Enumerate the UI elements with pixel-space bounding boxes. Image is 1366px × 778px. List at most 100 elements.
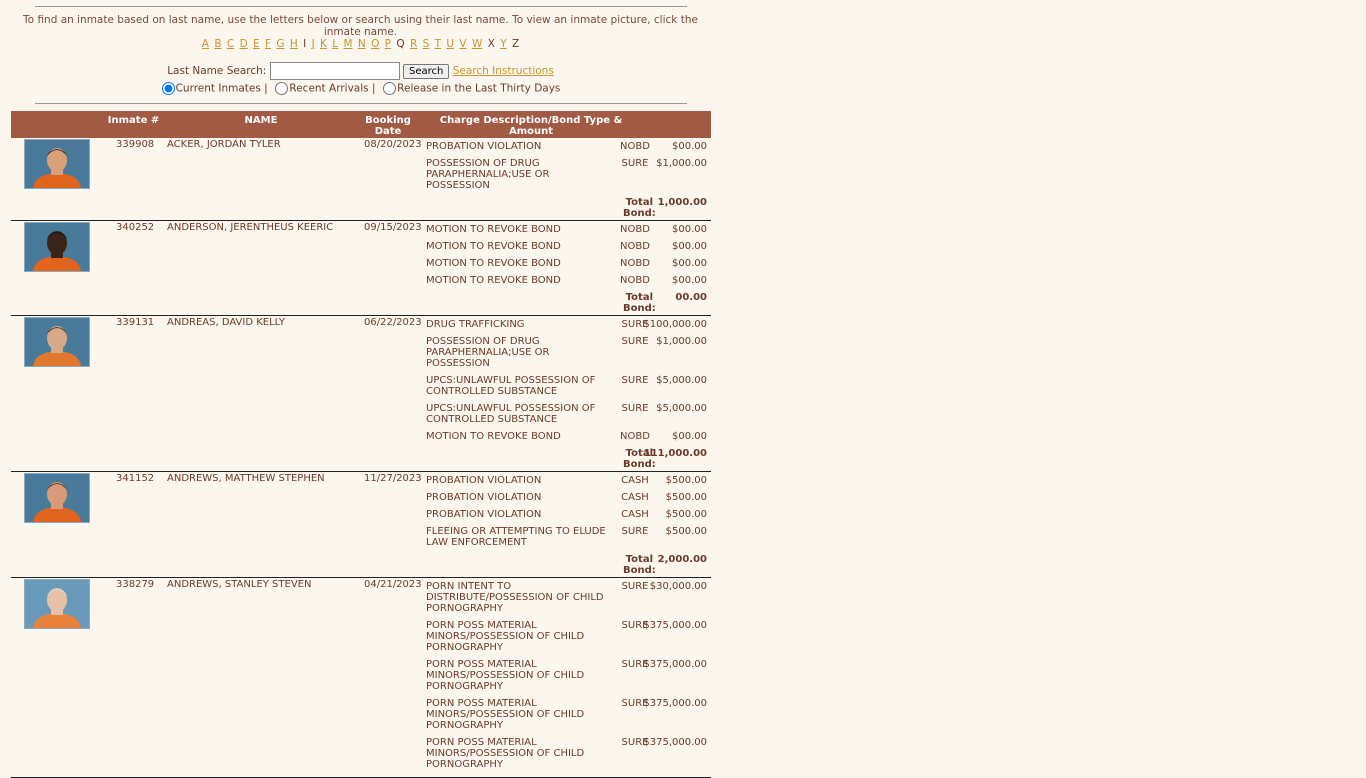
letter-v-link[interactable]: V bbox=[459, 38, 466, 50]
inmate-photo[interactable] bbox=[24, 139, 90, 189]
letter-k-link[interactable]: K bbox=[320, 38, 327, 50]
letter-j-link[interactable]: J bbox=[312, 38, 315, 50]
total-bond-value: 00.00 bbox=[675, 292, 707, 303]
charge-description: PORN POSS MATERIAL MINORS/POSSESSION OF … bbox=[426, 737, 585, 770]
inmate-photo[interactable] bbox=[24, 317, 90, 367]
total-bond-value: 111,000.00 bbox=[643, 448, 707, 459]
letter-l-link[interactable]: L bbox=[332, 38, 338, 50]
letter-o-link[interactable]: O bbox=[371, 38, 379, 50]
letter-u-link[interactable]: U bbox=[446, 38, 454, 50]
inmate-number: 339131 bbox=[116, 317, 155, 328]
bond-amount: $00.00 bbox=[672, 241, 707, 252]
inmate-name[interactable]: ANDREAS, DAVID KELLY bbox=[167, 317, 285, 328]
bond-type: CASH bbox=[621, 492, 649, 503]
letter-w-link[interactable]: W bbox=[472, 38, 482, 50]
charge-item: PROBATION VIOLATION CASH $500.00 bbox=[426, 475, 711, 486]
letter-c-link[interactable]: C bbox=[227, 38, 234, 50]
charge-description: UPCS:UNLAWFUL POSSESSION OF CONTROLLED S… bbox=[426, 375, 596, 397]
bond-amount: $375,000.00 bbox=[643, 737, 707, 748]
inmate-name[interactable]: ANDREWS, STANLEY STEVEN bbox=[167, 579, 311, 590]
letter-s-link[interactable]: S bbox=[423, 38, 430, 50]
letter-y-link[interactable]: Y bbox=[500, 38, 506, 50]
letter-e-link[interactable]: E bbox=[253, 38, 260, 50]
inmate-number: 338279 bbox=[116, 579, 155, 590]
letter-g-link[interactable]: G bbox=[276, 38, 284, 50]
inmate-name[interactable]: ANDERSON, JERENTHEUS KEERIC bbox=[167, 222, 333, 233]
inmate-name[interactable]: ACKER, JORDAN TYLER bbox=[167, 139, 281, 150]
inmate-photo[interactable] bbox=[24, 473, 90, 523]
current-inmates-radio[interactable] bbox=[161, 82, 175, 95]
booking-date: 08/20/2023 bbox=[364, 139, 422, 150]
total-bond: Total Bond: 1,000.00 bbox=[426, 197, 711, 219]
inmate-photo[interactable] bbox=[24, 222, 90, 272]
inmate-name[interactable]: ANDREWS, MATTHEW STEPHEN bbox=[167, 473, 325, 484]
total-bond: Total Bond: 00.00 bbox=[426, 292, 711, 314]
letter-t-link[interactable]: T bbox=[435, 38, 441, 50]
col-booking-date: Booking Date bbox=[365, 115, 411, 137]
search-row: Last Name Search: Search Search Instruct… bbox=[10, 62, 711, 80]
booking-date: 09/15/2023 bbox=[364, 222, 422, 233]
booking-date: 06/22/2023 bbox=[364, 317, 422, 328]
bond-amount: $500.00 bbox=[665, 526, 707, 537]
recent-arrivals-radio[interactable] bbox=[275, 82, 289, 95]
total-bond-label: Total Bond: bbox=[623, 292, 656, 314]
bond-type: SURE bbox=[621, 336, 649, 347]
letter-f-link[interactable]: F bbox=[265, 38, 271, 50]
letter-r-link[interactable]: R bbox=[410, 38, 417, 50]
bond-amount: $100,000.00 bbox=[643, 319, 707, 330]
bond-type: SURE bbox=[621, 158, 649, 169]
inmate-row: 339908 ACKER, JORDAN TYLER 08/20/2023 PROBA… bbox=[11, 138, 711, 221]
letter-n-link[interactable]: N bbox=[358, 38, 366, 50]
top-divider bbox=[35, 6, 687, 7]
last-name-search-input[interactable] bbox=[269, 62, 400, 80]
charge-description: PORN POSS MATERIAL MINORS/POSSESSION OF … bbox=[426, 659, 585, 692]
charge-item: MOTION TO REVOKE BOND NOBD $00.00 bbox=[426, 275, 711, 286]
bond-type: CASH bbox=[621, 509, 649, 520]
total-bond-label: Total Bond: bbox=[623, 197, 656, 219]
letter-a-link[interactable]: A bbox=[202, 38, 209, 50]
mugshot-image bbox=[25, 580, 89, 628]
charge-item: PROBATION VIOLATION NOBD $00.00 bbox=[426, 141, 711, 152]
search-button[interactable]: Search bbox=[403, 63, 450, 79]
search-instructions-link[interactable]: Search Instructions bbox=[453, 65, 554, 77]
letter-i: I bbox=[303, 38, 307, 50]
charge-description: PORN POSS MATERIAL MINORS/POSSESSION OF … bbox=[426, 620, 585, 653]
total-bond: Total Bond: 111,000.00 bbox=[426, 448, 711, 470]
letter-b-link[interactable]: B bbox=[214, 38, 221, 50]
charge-item: PORN POSS MATERIAL MINORS/POSSESSION OF … bbox=[426, 659, 711, 692]
letter-q: Q bbox=[396, 38, 405, 50]
current-inmates-label: Current Inmates | bbox=[175, 82, 268, 95]
search-label: Last Name Search: bbox=[167, 65, 267, 77]
letter-h-link[interactable]: H bbox=[290, 38, 298, 50]
letter-d-link[interactable]: D bbox=[240, 38, 248, 50]
bond-type: SURE bbox=[621, 581, 649, 592]
total-bond-value: 2,000.00 bbox=[657, 554, 707, 565]
mugshot-image bbox=[25, 318, 89, 366]
letter-m-link[interactable]: M bbox=[343, 38, 352, 50]
bond-amount: $00.00 bbox=[672, 224, 707, 235]
booking-date: 04/21/2023 bbox=[364, 579, 422, 590]
inmate-photo[interactable] bbox=[24, 579, 90, 629]
recent-arrivals-label: Recent Arrivals | bbox=[289, 82, 376, 95]
bond-type: NOBD bbox=[620, 275, 650, 286]
letter-p-link[interactable]: P bbox=[385, 38, 391, 50]
charge-description: PORN INTENT TO DISTRIBUTE/POSSESSION OF … bbox=[426, 581, 604, 614]
table-header: Inmate # NAME Booking Date Charge Descri… bbox=[11, 111, 711, 138]
charges-list: PROBATION VIOLATION NOBD $00.00 POSSESSION … bbox=[426, 141, 711, 219]
charge-item: PROBATION VIOLATION CASH $500.00 bbox=[426, 509, 711, 520]
search-divider bbox=[35, 103, 687, 104]
mugshot-image bbox=[25, 223, 89, 271]
charge-description: MOTION TO REVOKE BOND bbox=[426, 224, 561, 235]
intro-text: To find an inmate based on last name, us… bbox=[23, 14, 698, 38]
bond-amount: $00.00 bbox=[672, 275, 707, 286]
charge-item: PORN POSS MATERIAL MINORS/POSSESSION OF … bbox=[426, 737, 711, 770]
bond-amount: $375,000.00 bbox=[643, 659, 707, 670]
charge-item: PORN POSS MATERIAL MINORS/POSSESSION OF … bbox=[426, 620, 711, 653]
bond-type: NOBD bbox=[620, 241, 650, 252]
bond-type: SURE bbox=[621, 375, 649, 386]
release-thirty-days-radio[interactable] bbox=[383, 82, 397, 95]
total-bond: Total Bond: 2,000.00 bbox=[426, 554, 711, 576]
inmate-row: 341152 ANDREWS, MATTHEW STEPHEN 11/27/2023… bbox=[11, 472, 711, 578]
bond-type: NOBD bbox=[620, 431, 650, 442]
release-thirty-days-label: Release in the Last Thirty Days bbox=[397, 82, 561, 95]
